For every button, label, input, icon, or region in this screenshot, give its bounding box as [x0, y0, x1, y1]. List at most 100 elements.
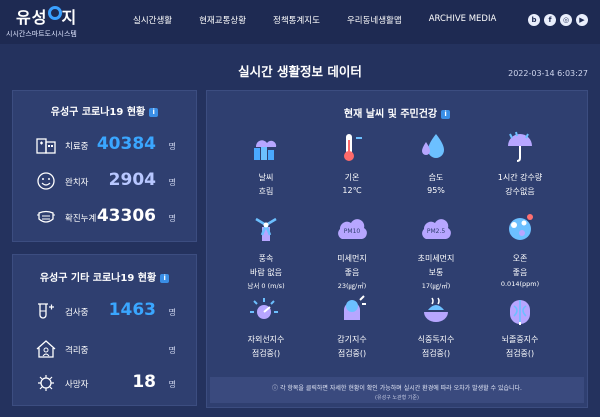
youtube-icon[interactable]: ▶	[576, 14, 588, 26]
windmill-icon	[255, 217, 277, 241]
cloudy-city-icon	[254, 140, 277, 160]
stat-unit: 명	[168, 380, 176, 389]
weather-cell-sub: 23(㎍/㎥)	[337, 282, 367, 290]
weather-cell[interactable]: 자외선지수점검중()	[226, 292, 306, 359]
weather-cell-label: 자외선지수	[247, 335, 285, 344]
stat-row-total[interactable]: 확진누계 43306 명	[13, 206, 196, 227]
weather-cell-value: 95%	[427, 186, 445, 195]
notice-text: ⓘ 각 항목을 클릭하면 자세한 현황이 확인 가능하며 실시간 환경에 따라 …	[272, 385, 522, 392]
info-icon[interactable]: i	[160, 273, 170, 283]
nav-item-policy-map[interactable]: 정책통계지도	[273, 14, 320, 26]
weather-cell-value: 보통	[428, 268, 444, 277]
weather-cell[interactable]: 날씨흐림	[226, 130, 306, 197]
stat-unit: 명	[168, 142, 176, 151]
weather-cell[interactable]: 식중독지수점검중()	[396, 292, 476, 359]
nav-item-neighborhood-map[interactable]: 우리동네생활맵	[347, 14, 402, 26]
weather-cell-value: 흐림	[258, 187, 274, 196]
facebook-icon[interactable]: f	[544, 14, 556, 26]
blog-icon[interactable]: b	[528, 14, 540, 26]
info-icon[interactable]: i	[441, 109, 451, 119]
weather-panel-title: 현재 날씨 및 주민건강 i	[207, 105, 587, 120]
weather-cell[interactable]: 습도 95%	[396, 130, 476, 195]
weather-cell[interactable]: 오존 좋음 0.014(ppm)	[480, 211, 560, 288]
stat-row-quarantine[interactable]: 격리중 명	[13, 339, 196, 359]
covid-panel-title: 유성구 코로나19 현황 i	[13, 103, 196, 118]
covid-other-panel-title: 유성구 기타 코로나19 현황 i	[13, 269, 196, 284]
logo-subtitle: 시시간스마트도시시스템	[6, 30, 77, 38]
stat-label: 완치자	[65, 178, 89, 188]
ozone-icon	[509, 214, 533, 240]
ultrafine-dust-icon: PM2.5	[422, 219, 451, 239]
weather-cell-value: 점검중()	[337, 349, 367, 358]
weather-cell-value: 강수없음	[505, 187, 535, 196]
top-navigation-bar: 유성 지 시시간스마트도시시스템 실시간생활 현재교통상황 정책통계지도 우리동네…	[0, 0, 600, 44]
stat-row-deaths[interactable]: 사망자 18 명	[13, 372, 196, 393]
food-poison-icon	[424, 297, 448, 322]
update-timestamp: 2022-03-14 6:03:27	[508, 69, 588, 78]
weather-cell-value: 점검중()	[251, 349, 281, 358]
uv-icon	[250, 298, 278, 319]
weather-cell-label: 기온	[344, 173, 360, 182]
stat-label: 치료중	[65, 142, 89, 152]
weather-cell-value: 점검중()	[505, 349, 535, 358]
stat-value: 1463	[108, 300, 156, 320]
stat-value: 43306	[96, 206, 156, 226]
svg-text:PM2.5: PM2.5	[427, 228, 446, 235]
info-icon[interactable]: i	[149, 107, 159, 117]
stat-row-treating[interactable]: 치료중 40384 명	[13, 134, 196, 155]
weather-cell-label: 뇌졸중지수	[501, 335, 539, 344]
weather-cell[interactable]: 뇌졸중지수점검중()	[480, 292, 560, 359]
fine-dust-icon: PM10	[338, 219, 367, 239]
stat-unit: 명	[168, 214, 176, 223]
stat-unit: 명	[168, 308, 176, 317]
logo-main-text: 유성 지	[16, 8, 78, 27]
weather-cell-label: 날씨	[258, 173, 274, 182]
weather-cell[interactable]: PM2.5 초미세먼지보통 17(㎍/㎥)	[396, 211, 476, 290]
weather-cell[interactable]: 1시간 강수량강수없음	[480, 130, 560, 197]
weather-cell[interactable]: 풍속바람 없음남서 0 (m/s)	[226, 211, 306, 290]
cold-icon	[344, 295, 366, 320]
weather-cell-value: 점검중()	[421, 349, 451, 358]
weather-cell[interactable]: PM10 미세먼지 좋음 23(㎍/㎥)	[312, 211, 392, 290]
covid-other-panel: 유성구 기타 코로나19 현황 i 검사중 1463 명 격리중 명 사망자 18…	[12, 254, 197, 406]
nav-item-traffic[interactable]: 현재교통상황	[199, 14, 246, 26]
stat-label: 확진누계	[65, 214, 97, 224]
stat-label: 사망자	[65, 380, 89, 390]
stat-value: 2904	[108, 170, 156, 190]
weather-cell-label: 감기지수	[337, 335, 367, 344]
weather-cell-sub: 17(㎍/㎥)	[421, 282, 451, 290]
stroke-icon	[510, 300, 530, 325]
humidity-icon	[422, 134, 444, 158]
weather-cell-label: 습도	[428, 173, 444, 182]
site-logo[interactable]: 유성 지 시시간스마트도시시스템	[6, 4, 102, 42]
home-quarantine-icon	[36, 340, 56, 358]
nav-item-realtime-life[interactable]: 실시간생활	[133, 14, 172, 26]
stat-label: 격리중	[65, 346, 89, 356]
stat-unit: 명	[168, 346, 176, 355]
weather-cell-label: 풍속	[258, 254, 274, 263]
notice-box: ⓘ 각 항목을 클릭하면 자세한 현황이 확인 가능하며 실시간 환경에 따라 …	[210, 377, 584, 403]
main-nav: 실시간생활 현재교통상황 정책통계지도 우리동네생활맵 ARCHIVE MEDI…	[133, 14, 523, 26]
weather-cell-value: 바람 없음	[250, 268, 282, 277]
stat-label: 검사중	[65, 308, 89, 318]
stat-value: 18	[132, 372, 156, 392]
weather-cell-value: 12℃	[342, 186, 362, 195]
nav-item-archive-media[interactable]: ARCHIVE MEDIA	[429, 14, 497, 26]
weather-cell[interactable]: 기온 12℃	[312, 130, 392, 195]
weather-cell-label: 초미세먼지	[417, 254, 455, 263]
weather-cell-label: 오존	[512, 254, 528, 263]
instagram-icon[interactable]: ◎	[560, 14, 572, 26]
weather-cell-label: 식중독지수	[417, 335, 455, 344]
stat-row-recovered[interactable]: 완치자 2904 명	[13, 170, 196, 191]
thermometer-icon	[344, 134, 362, 161]
svg-text:PM10: PM10	[344, 228, 361, 235]
weather-cell-sub: 남서 0 (m/s)	[247, 282, 285, 290]
virus-icon	[38, 375, 54, 391]
weather-cell-value: 좋음	[512, 268, 528, 277]
test-tube-icon	[38, 303, 54, 319]
weather-cell-label: 1시간 강수량	[497, 173, 543, 182]
stat-row-testing[interactable]: 검사중 1463 명	[13, 300, 196, 321]
weather-cell[interactable]: 감기지수점검중()	[312, 292, 392, 359]
logo-ring-icon	[48, 6, 62, 20]
notice-subtext: (유성구 노관형 기준)	[375, 395, 419, 401]
